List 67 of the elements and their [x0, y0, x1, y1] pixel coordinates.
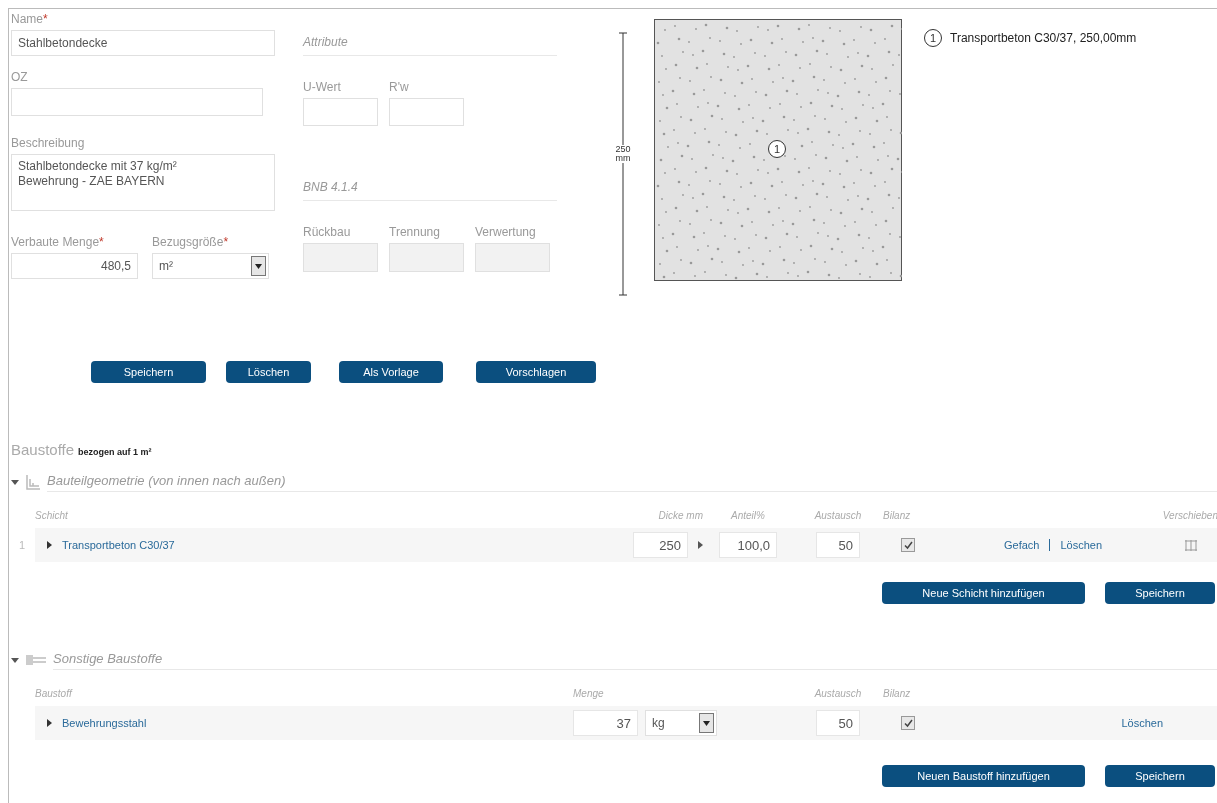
exchange-field[interactable]: 50	[816, 532, 860, 558]
group-title: BNB 4.1.4	[303, 180, 557, 201]
caret-icon	[255, 263, 262, 269]
quantity-field[interactable]: 480,5	[11, 253, 138, 279]
field-label: OZ	[11, 70, 29, 84]
arrow-icon	[698, 541, 703, 549]
dimension-label: 250 mm	[612, 145, 634, 163]
row-action-link[interactable]: Löschen	[1121, 717, 1163, 729]
expand-toggle[interactable]	[11, 479, 19, 485]
expand-toggle[interactable]	[47, 719, 52, 727]
column-header: Baustoff	[35, 687, 72, 699]
unit-select[interactable]: m²	[152, 253, 269, 279]
field-label: Verwertung	[475, 225, 537, 239]
field-label: Verbaute Menge*	[11, 235, 105, 249]
row-action-link[interactable]: Gefach	[1003, 539, 1040, 551]
table-button[interactable]: Speichern	[1105, 765, 1215, 787]
action-button[interactable]: Vorschlagen	[476, 361, 596, 383]
field-label: R'w	[389, 80, 410, 94]
table-button[interactable]: Neue Schicht hinzufügen	[882, 582, 1085, 604]
unit-select[interactable]: kg	[645, 710, 717, 736]
checkbox[interactable]	[901, 716, 915, 730]
column-header: Austausch	[814, 687, 862, 699]
field-label: Beschreibung	[11, 136, 86, 150]
amount-field[interactable]: 37	[573, 710, 638, 736]
field-label: Trennung	[389, 225, 441, 239]
field-label: Name*	[11, 12, 49, 26]
layers-icon	[25, 474, 41, 490]
share-field[interactable]: 100,0	[719, 532, 777, 558]
legend-text: Transportbeton C30/37, 250,00mm	[950, 30, 1137, 47]
material-link[interactable]: Bewehrungsstahl	[62, 717, 147, 729]
material-icon	[25, 654, 47, 666]
column-header: Dicke mm	[658, 509, 703, 521]
column-header: Verschieben	[1162, 509, 1217, 521]
name-field[interactable]: Stahlbetondecke	[11, 30, 275, 56]
expand-toggle[interactable]	[11, 657, 19, 663]
checkbox[interactable]	[901, 538, 915, 552]
action-button[interactable]: Speichern	[91, 361, 206, 383]
action-button[interactable]: Löschen	[226, 361, 311, 383]
attribute-field[interactable]	[389, 98, 464, 126]
expand-toggle[interactable]	[47, 541, 52, 549]
group-title: Attribute	[303, 35, 557, 56]
row-action-link[interactable]: Löschen	[1060, 539, 1103, 551]
material-link[interactable]: Transportbeton C30/37	[62, 539, 175, 551]
caret-icon	[703, 720, 710, 726]
section-title: Sonstige Baustoffe	[53, 650, 1217, 670]
section-subtitle: bezogen auf 1 m²	[78, 447, 152, 457]
column-header: Austausch	[814, 509, 862, 521]
column-header: Schicht	[35, 509, 68, 521]
description-field[interactable]: Stahlbetondecke mit 37 kg/m² Bewehrung - ZAE BAYERN	[11, 154, 275, 211]
exchange-field[interactable]: 50	[816, 710, 860, 736]
attribute-field[interactable]	[303, 98, 378, 126]
column-header: Menge	[573, 687, 604, 699]
field-label: Bezugsgröße*	[152, 235, 230, 249]
section-heading: Baustoffe	[11, 441, 75, 458]
row-number: 1	[19, 539, 26, 551]
action-button[interactable]: Als Vorlage	[339, 361, 443, 383]
column-header: Bilanz	[883, 509, 911, 521]
column-header: Anteil%	[731, 509, 765, 521]
thickness-field[interactable]: 250	[633, 532, 688, 558]
field-label: U-Wert	[303, 80, 342, 94]
field-label: Rückbau	[303, 225, 352, 239]
drag-handle-icon[interactable]	[1184, 539, 1197, 551]
column-header: Bilanz	[883, 687, 911, 699]
section-title: Bauteilgeometrie (von innen nach außen)	[47, 472, 1217, 492]
table-button[interactable]: Neuen Baustoff hinzufügen	[882, 765, 1085, 787]
oz-field[interactable]	[11, 88, 263, 116]
table-button[interactable]: Speichern	[1105, 582, 1215, 604]
